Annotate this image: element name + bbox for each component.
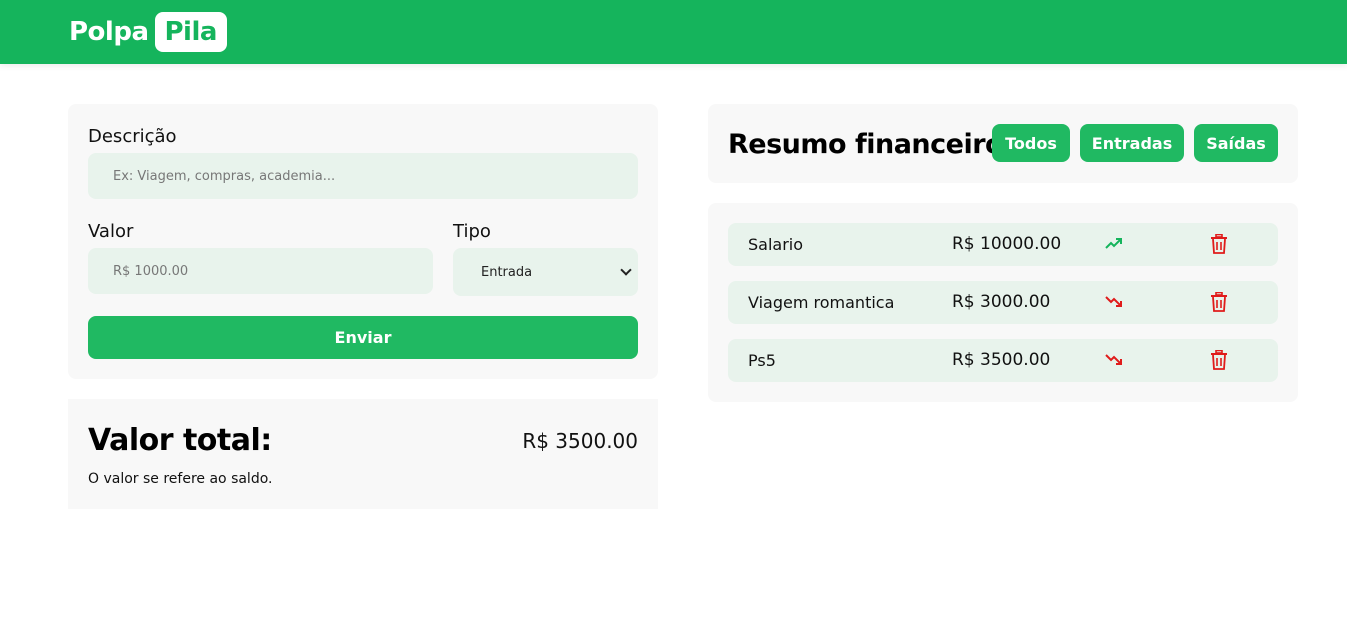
- total-note: O valor se refere ao saldo.: [88, 471, 273, 487]
- total-value: R$ 3500.00: [522, 429, 638, 453]
- trash-icon[interactable]: [1210, 234, 1228, 254]
- trending-down-icon: [1105, 296, 1122, 307]
- total-card: Valor total: R$ 3500.00 O valor se refer…: [68, 399, 658, 509]
- summary-header: Resumo financeiro Todos Entradas Saídas: [708, 104, 1298, 183]
- transaction-value: R$ 10000.00: [952, 234, 1062, 254]
- transaction-row: Viagem romantica R$ 3000.00: [728, 281, 1278, 324]
- chevron-down-icon: [620, 264, 632, 276]
- transaction-list: Salario R$ 10000.00 Viagem romantica R$ …: [708, 203, 1298, 402]
- trash-icon[interactable]: [1210, 350, 1228, 370]
- transaction-form: Descrição Valor Tipo Entrada Enviar: [68, 104, 658, 379]
- type-select[interactable]: Entrada: [453, 248, 638, 296]
- trash-icon[interactable]: [1210, 292, 1228, 312]
- transaction-row: Salario R$ 10000.00: [728, 223, 1278, 266]
- submit-button[interactable]: Enviar: [88, 316, 638, 359]
- trending-up-icon: [1105, 238, 1122, 249]
- description-input[interactable]: [88, 153, 638, 199]
- type-label: Tipo: [453, 221, 491, 242]
- transaction-row: Ps5 R$ 3500.00: [728, 339, 1278, 382]
- summary-title: Resumo financeiro: [728, 129, 1004, 160]
- type-select-value: Entrada: [481, 264, 533, 280]
- filter-all-button[interactable]: Todos: [992, 124, 1070, 162]
- value-input[interactable]: [88, 248, 433, 294]
- transaction-value: R$ 3500.00: [952, 350, 1051, 370]
- transaction-description: Ps5: [748, 351, 776, 370]
- trending-down-icon: [1105, 354, 1122, 365]
- logo-text-primary: Polpa: [69, 17, 149, 47]
- transaction-description: Viagem romantica: [748, 293, 895, 312]
- filter-expense-button[interactable]: Saídas: [1194, 124, 1278, 162]
- value-label: Valor: [88, 221, 134, 242]
- total-title: Valor total:: [88, 423, 272, 458]
- logo-text-badge: Pila: [154, 12, 227, 52]
- transaction-value: R$ 3000.00: [952, 292, 1051, 312]
- logo[interactable]: Polpa Pila: [69, 12, 227, 52]
- top-bar: Polpa Pila: [0, 0, 1347, 64]
- filter-income-button[interactable]: Entradas: [1080, 124, 1184, 162]
- description-label: Descrição: [88, 126, 177, 147]
- transaction-description: Salario: [748, 235, 804, 254]
